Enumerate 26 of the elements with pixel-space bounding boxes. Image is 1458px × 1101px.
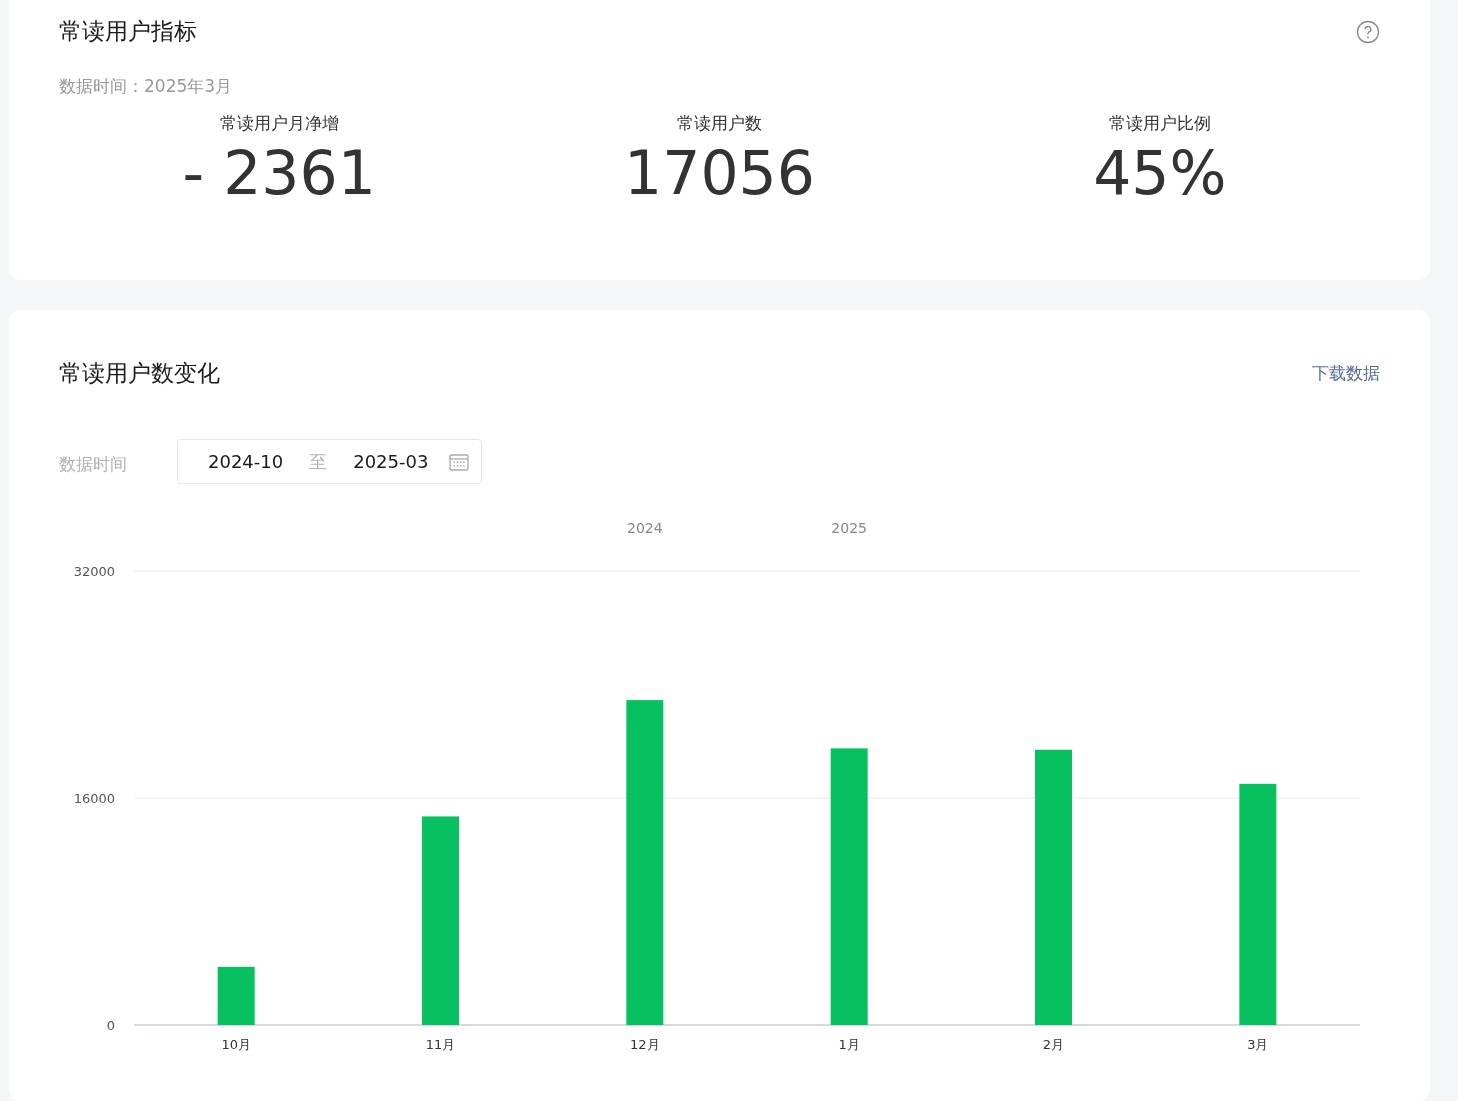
x-axis-label: 11月 <box>425 1037 456 1052</box>
x-axis-label: 3月 <box>1247 1037 1269 1052</box>
calendar-icon <box>449 452 469 471</box>
help-icon[interactable] <box>1356 19 1380 44</box>
x-axis-label: 2月 <box>1042 1037 1065 1052</box>
bar <box>217 966 255 1025</box>
metric-label: 常读用户月净增 <box>219 112 339 135</box>
y-axis-label: 32000 <box>73 564 115 579</box>
metric-value: 17056 <box>624 139 815 207</box>
section-title: 常读用户数变化 <box>59 359 220 388</box>
year-label: 2025 <box>831 520 867 536</box>
x-axis-label: 1月 <box>838 1037 860 1052</box>
x-axis-label: 10月 <box>221 1037 251 1052</box>
metric-value: 45% <box>1093 139 1227 207</box>
metric-label: 常读用户比例 <box>1108 112 1211 135</box>
data-time: 数据时间：2025年3月 <box>59 75 234 98</box>
download-link[interactable]: 下载数据 <box>1312 362 1380 385</box>
date-range-picker[interactable]: 2024-10 至 2025-03 <box>177 439 482 484</box>
y-axis-label: 0 <box>106 1018 115 1033</box>
y-axis-label: 16000 <box>73 791 115 806</box>
x-axis-label: 12月 <box>630 1037 660 1052</box>
filter-label: 数据时间 <box>59 453 128 476</box>
metric-value: - 2361 <box>182 139 376 207</box>
year-label: 2024 <box>627 520 663 536</box>
section-title: 常读用户指标 <box>59 17 197 46</box>
metric-label: 常读用户数 <box>677 112 762 135</box>
